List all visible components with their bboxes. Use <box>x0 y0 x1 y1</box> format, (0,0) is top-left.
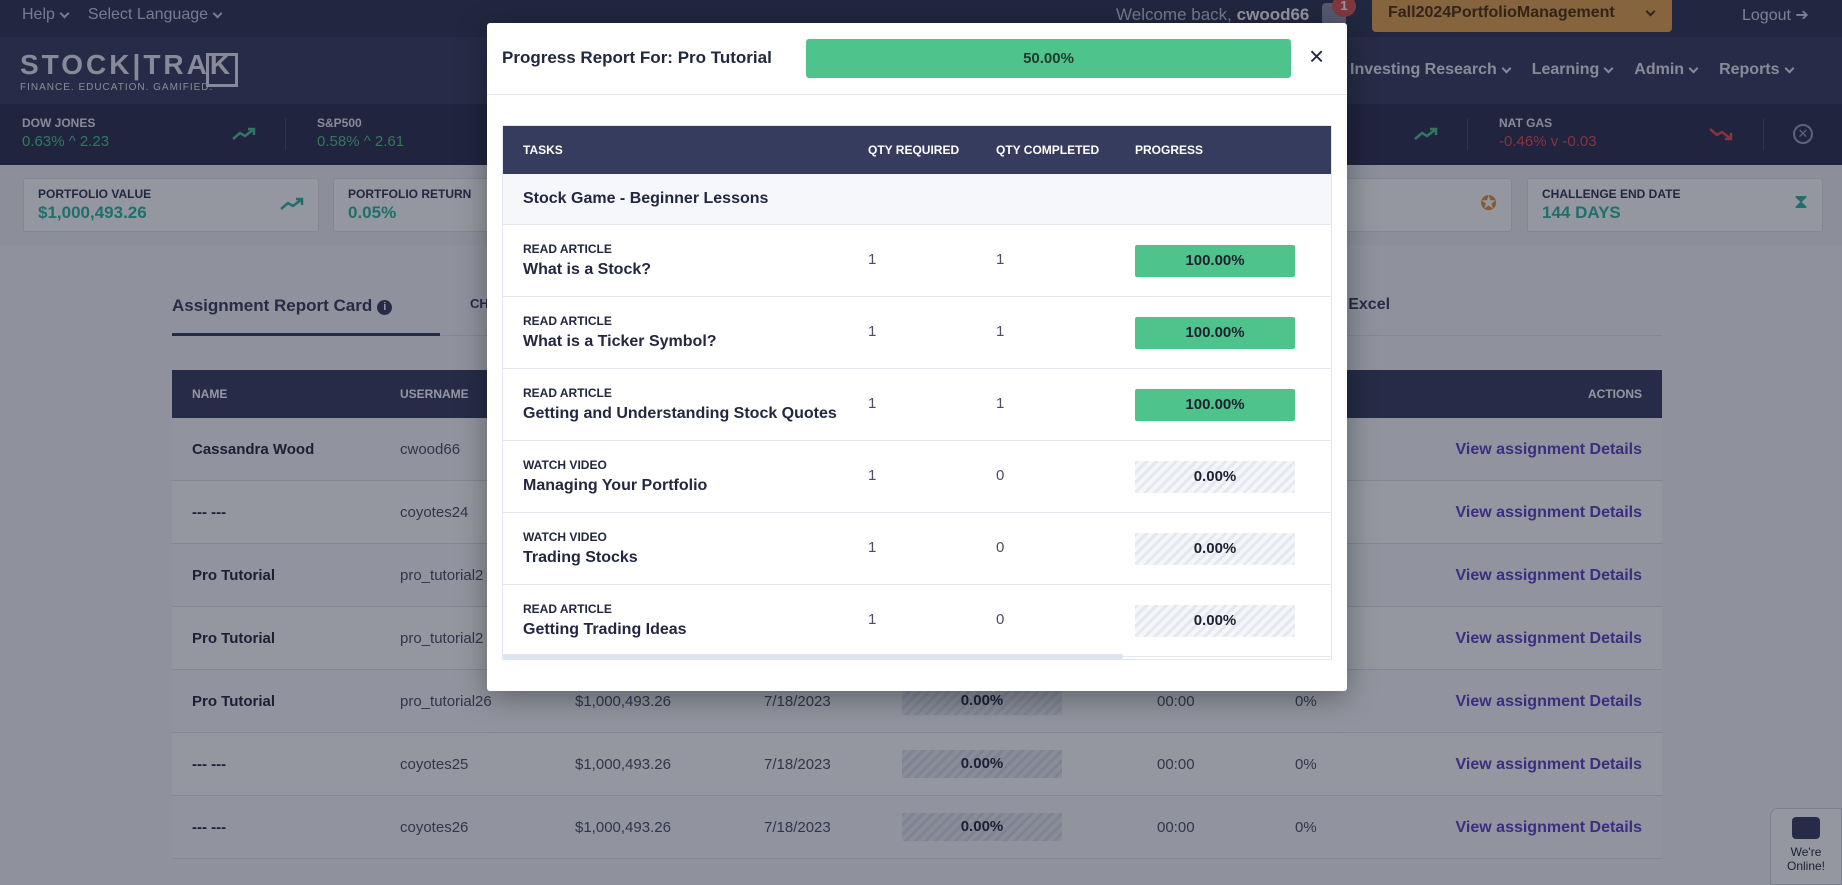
task-name[interactable]: Getting Trading Ideas <box>523 621 687 639</box>
task-type: READ ARTICLE <box>523 314 612 328</box>
task-name[interactable]: Trading Stocks <box>523 549 638 567</box>
task-progress-label: 100.00% <box>1185 396 1245 413</box>
task-progress-label: 0.00% <box>1193 540 1237 557</box>
modal-header: Progress Report For: Pro Tutorial 50.00%… <box>487 23 1347 95</box>
tasks-table-header: TASKS QTY REQUIRED QTY COMPLETED PROGRES… <box>503 126 1331 174</box>
task-name[interactable]: Managing Your Portfolio <box>523 477 707 495</box>
task-type: WATCH VIDEO <box>523 530 607 544</box>
task-qty-completed: 0 <box>996 539 1005 556</box>
close-icon[interactable]: × <box>1309 43 1324 69</box>
task-name[interactable]: What is a Stock? <box>523 261 651 279</box>
task-qty-required: 1 <box>868 467 877 484</box>
modal-title: Progress Report For: Pro Tutorial <box>502 48 772 67</box>
task-row: WATCH VIDEO Trading Stocks 1 0 0.00% <box>503 513 1331 585</box>
task-qty-required: 1 <box>868 395 877 412</box>
task-row: READ ARTICLE Getting Trading Ideas 1 0 0.00% <box>503 585 1331 657</box>
task-progress-bar: 100.00% <box>1135 245 1295 277</box>
task-qty-required: 1 <box>868 251 877 268</box>
task-row: READ ARTICLE What is a Ticker Symbol? 1 1 10… <box>503 297 1331 369</box>
task-type: WATCH VIDEO <box>523 458 607 472</box>
task-qty-required: 1 <box>868 323 877 340</box>
lesson-group-header: Stock Game - Beginner Lessons <box>503 174 1331 225</box>
task-progress-label: 100.00% <box>1185 324 1245 341</box>
task-name[interactable]: Getting and Understanding Stock Quotes <box>523 405 837 423</box>
tasks-table: TASKS QTY REQUIRED QTY COMPLETED PROGRES… <box>502 125 1332 660</box>
progress-report-modal: Progress Report For: Pro Tutorial 50.00%… <box>487 23 1347 691</box>
task-progress-bar: 0.00% <box>1135 533 1295 565</box>
task-qty-completed: 1 <box>996 251 1005 268</box>
task-name[interactable]: What is a Ticker Symbol? <box>523 333 717 351</box>
tasks-table-body: READ ARTICLE What is a Stock? 1 1 100.00% REA… <box>503 225 1331 657</box>
overall-progress-bar: 50.00% <box>806 39 1291 78</box>
task-row: READ ARTICLE Getting and Understanding St… <box>503 369 1331 441</box>
task-progress-label: 0.00% <box>1193 468 1237 485</box>
task-progress-bar: 100.00% <box>1135 389 1295 421</box>
task-qty-required: 1 <box>868 539 877 556</box>
task-progress-bar: 0.00% <box>1135 605 1295 637</box>
task-progress-label: 100.00% <box>1185 252 1245 269</box>
task-qty-completed: 0 <box>996 611 1005 628</box>
task-row: READ ARTICLE What is a Stock? 1 1 100.00% <box>503 225 1331 297</box>
task-progress-bar: 100.00% <box>1135 317 1295 349</box>
task-qty-required: 1 <box>868 611 877 628</box>
task-progress-bar: 0.00% <box>1135 461 1295 493</box>
task-qty-completed: 1 <box>996 323 1005 340</box>
task-progress-label: 0.00% <box>1193 612 1237 629</box>
task-type: READ ARTICLE <box>523 386 612 400</box>
task-type: READ ARTICLE <box>523 602 612 616</box>
task-qty-completed: 1 <box>996 395 1005 412</box>
task-qty-completed: 0 <box>996 467 1005 484</box>
horizontal-scrollbar[interactable] <box>503 654 1123 659</box>
task-row: WATCH VIDEO Managing Your Portfolio 1 0 0.00… <box>503 441 1331 513</box>
task-type: READ ARTICLE <box>523 242 612 256</box>
